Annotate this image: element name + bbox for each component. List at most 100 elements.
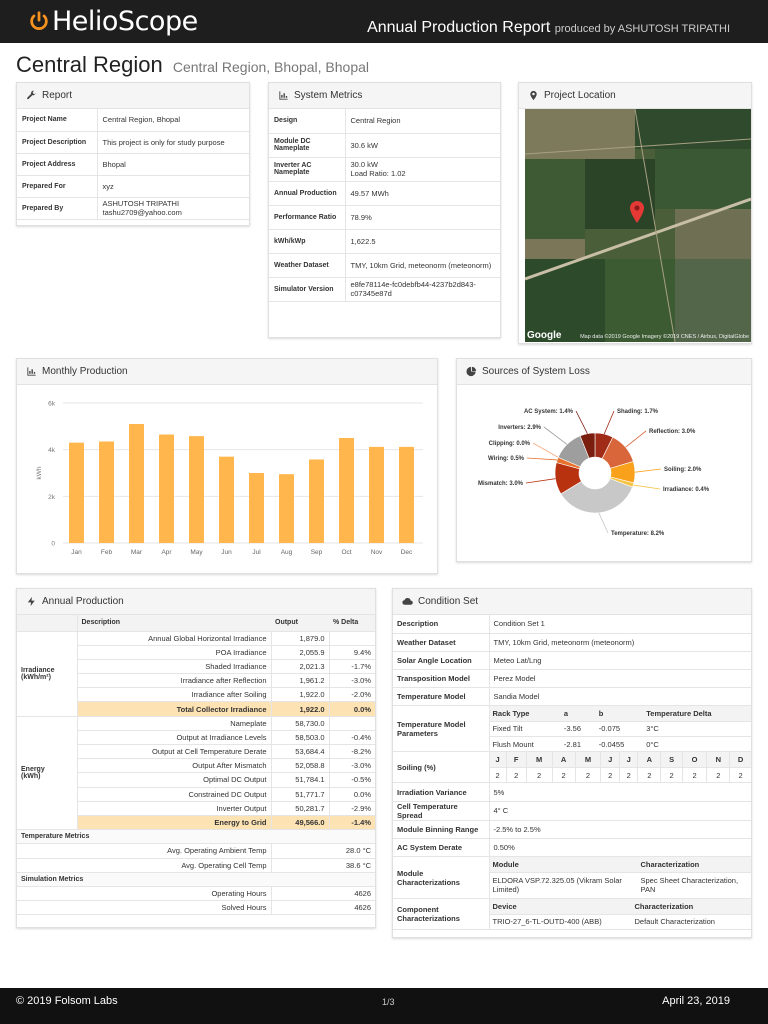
cloud-icon [402, 597, 413, 605]
x-tick-label: May [190, 549, 203, 556]
tmp-cell: Flush Mount [492, 739, 534, 749]
bar-nov [369, 446, 384, 543]
row-delta: -8.2% [329, 744, 375, 760]
row-delta: -3.0% [329, 673, 375, 689]
report-label: Project Address [17, 153, 98, 176]
metric-value: Central Region [345, 109, 500, 134]
row-description: Avg. Operating Ambient Temp [77, 843, 272, 859]
tmp-row: Flush Mount -2.81 -0.0455 0°C [490, 736, 752, 751]
report-title-text: Annual Production Report [367, 19, 551, 36]
col-delta: % Delta [329, 615, 375, 632]
monthly-production-panel: Monthly Production 0 2k 4k 6k kWh Jan Feb Mar Ap… [16, 358, 438, 574]
row-delta: -1.7% [329, 659, 375, 675]
row-delta: 9.4% [329, 645, 375, 660]
section-row: Temperature Metrics [17, 829, 375, 845]
row-output: 4626 [271, 886, 375, 902]
soiling-month: S [660, 752, 683, 768]
bar-jan [69, 442, 84, 543]
slice-label: AC System: 1.4% [524, 409, 574, 415]
slice-leader-line [625, 430, 647, 448]
report-row: Project Address Bhopal [17, 153, 249, 176]
row-delta: 0.0% [329, 701, 375, 717]
report-value-line: xyz [102, 181, 114, 191]
footer-copyright: © 2019 Folsom Labs [16, 995, 118, 1007]
cond-row-irr-variance: Irradiation Variance 5% [393, 782, 751, 802]
row-description: Output at Irradiance Levels [77, 730, 272, 746]
x-tick-label: Jan [71, 549, 82, 556]
row-description: Output at Cell Temperature Derate [77, 744, 272, 760]
system-loss-heading: Sources of System Loss [482, 366, 590, 377]
system-loss-header: Sources of System Loss [457, 359, 751, 385]
report-label: Project Name [17, 109, 98, 132]
bar-oct [339, 438, 354, 543]
cond-value: Meteo Lat/Lng [489, 651, 751, 671]
report-heading: Report [42, 90, 73, 101]
comp-char-v2: Default Characterization [634, 917, 715, 927]
metric-value-line: 30.0 kW [350, 160, 379, 169]
report-value-line: ASHUTOSH TRIPATHI [102, 199, 180, 208]
tmp-row: Fixed Tilt -3.56 -0.075 3°C [489, 721, 751, 737]
cond-label: AC System Derate [393, 838, 490, 858]
comp-char-h1: Device [489, 899, 632, 915]
blank-cell [17, 886, 77, 902]
monthly-production-chart: 0 2k 4k 6k kWh Jan Feb Mar Apr May Jun Jul Aug Sep Oct… [36, 401, 423, 556]
soiling-value: 2 [619, 767, 639, 783]
system-metrics-header: System Metrics [269, 83, 500, 109]
metric-row: Module DC Nameplate 30.6 kW [269, 133, 500, 158]
production-row: Operating Hours 4626 [17, 886, 375, 902]
blank-cell [17, 843, 77, 859]
system-metrics-heading: System Metrics [294, 90, 363, 101]
bar-jul [249, 473, 264, 543]
metric-label: kWh/kWp [269, 229, 346, 254]
satellite-map[interactable]: Google Map data ©2019 Google Imagery ©20… [525, 109, 751, 342]
report-value: xyz [97, 175, 249, 198]
row-output: 28.0 °C [271, 843, 375, 859]
cond-label: Component Characterizations [393, 898, 490, 930]
pie-chart-icon [466, 366, 477, 377]
bar-sep [309, 459, 324, 543]
system-loss-chart: Shading: 1.7% Reflection: 3.0% Soiling: 2.… [478, 409, 710, 537]
row-output: 2,021.3 [271, 659, 330, 675]
soiling-table: JFMAMJJASOND222222222222 [489, 752, 751, 783]
row-description: Annual Global Horizontal Irradiance [77, 631, 272, 646]
row-description: Energy to Grid [77, 815, 272, 831]
group-name: Energy [21, 765, 45, 773]
tmp-header: Temperature Delta [643, 706, 751, 722]
soiling-value: 2 [600, 767, 620, 783]
soiling-month: J [619, 752, 639, 768]
bar-chart-icon [27, 367, 36, 376]
row-description: Irradiance after Reflection [77, 673, 272, 689]
report-value-line: Bhopal [102, 159, 126, 169]
row-description: Avg. Operating Cell Temp [77, 858, 272, 873]
row-output: 58,503.0 [271, 730, 330, 746]
page-subtitle: Central Region, Bhopal, Bhopal [172, 59, 370, 75]
row-description: Operating Hours [77, 886, 272, 902]
row-output: 50,281.7 [271, 801, 330, 816]
module-char-table: Module Characterization ELDORA VSP.72.32… [489, 857, 751, 898]
cond-row-transposition: Transposition Model Perez Model [393, 669, 751, 689]
y-tick-label: 0 [51, 541, 55, 548]
slice-leader-line [543, 426, 568, 445]
system-metrics-panel: System Metrics Design Central Region Modul… [268, 82, 501, 338]
cond-row-weather: Weather Dataset TMY, 10km Grid, meteonor… [393, 633, 751, 652]
y-tick-label: 2k [48, 494, 56, 501]
tmp-cell: Fixed Tilt [489, 721, 561, 737]
wrench-icon [27, 90, 36, 100]
slice-label: Wiring: 0.5% [488, 456, 525, 462]
bar-jun [219, 456, 234, 543]
report-value-line: tashu2709@yahoo.com [102, 208, 182, 217]
x-tick-label: Dec [401, 549, 413, 556]
annual-production-heading: Annual Production [42, 596, 124, 607]
metric-label: Inverter AC Nameplate [269, 157, 346, 182]
x-tick-label: Mar [131, 549, 143, 556]
group-label: Energy (kWh) [17, 716, 78, 831]
production-row: Avg. Operating Ambient Temp 28.0 °C [17, 843, 375, 859]
cond-row-soiling: Soiling (%) JFMAMJJASOND222222222222 [393, 751, 751, 784]
slice-leader-line [575, 410, 588, 434]
metric-row: Performance Ratio 78.9% [269, 205, 500, 230]
soiling-month: A [637, 752, 662, 768]
col-output: Output [271, 615, 329, 632]
row-description: Solved Hours [77, 900, 272, 916]
tmp-cell: -0.075 [595, 721, 644, 737]
row-description: Output After Mismatch [77, 758, 272, 774]
